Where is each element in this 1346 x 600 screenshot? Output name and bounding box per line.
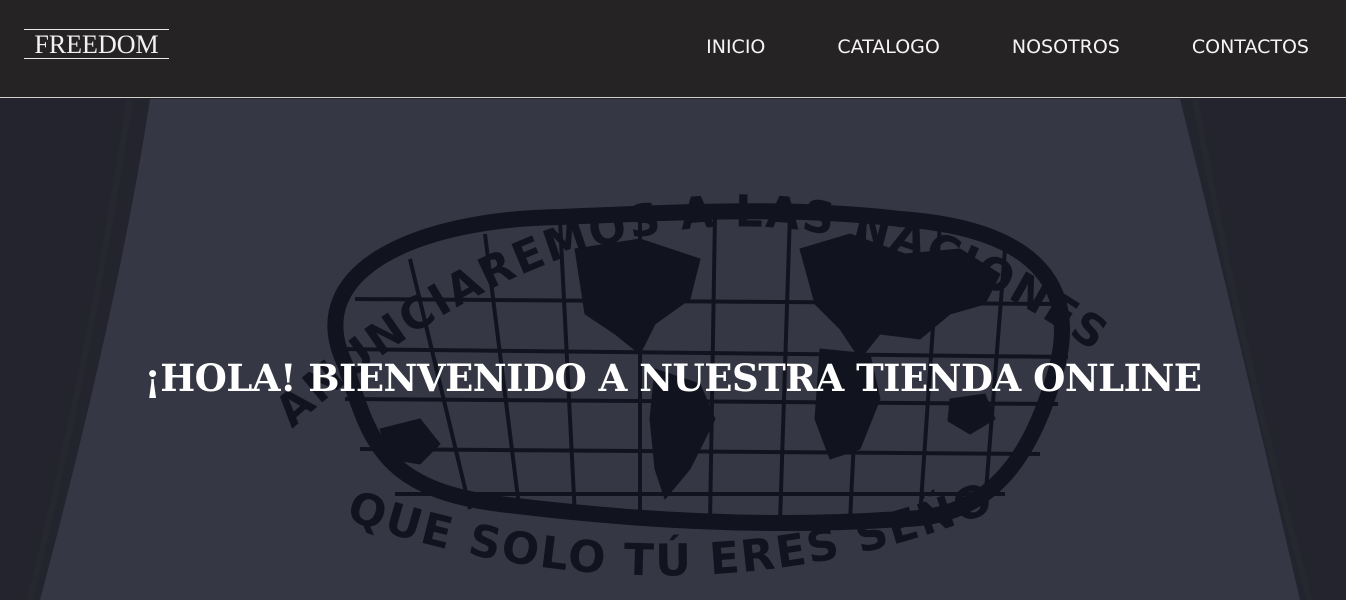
nav-item-catalogo[interactable]: CATALOGO: [837, 34, 939, 60]
hero-banner: ANUNCIAREMOS A LAS NACIONES QUE SOLO TÚ …: [0, 99, 1346, 600]
nav-item-nosotros[interactable]: NOSOTROS: [1012, 34, 1120, 60]
logo-bottom-rule: [24, 58, 169, 59]
nav-item-contactos[interactable]: CONTACTOS: [1192, 34, 1309, 60]
hero-dark-overlay: [0, 99, 1346, 600]
nav-item-inicio[interactable]: INICIO: [706, 34, 765, 60]
freedom-logo[interactable]: FREEDOM: [24, 26, 169, 62]
hero-title: ¡HOLA! BIENVENIDO A NUESTRA TIENDA ONLIN…: [144, 356, 1202, 400]
logo-text: FREEDOM: [34, 30, 159, 59]
main-nav-menu: INICIO CATALOGO NOSOTROS CONTACTOS: [706, 34, 1309, 60]
top-navbar: FREEDOM INICIO CATALOGO NOSOTROS CONTACT…: [0, 0, 1346, 98]
